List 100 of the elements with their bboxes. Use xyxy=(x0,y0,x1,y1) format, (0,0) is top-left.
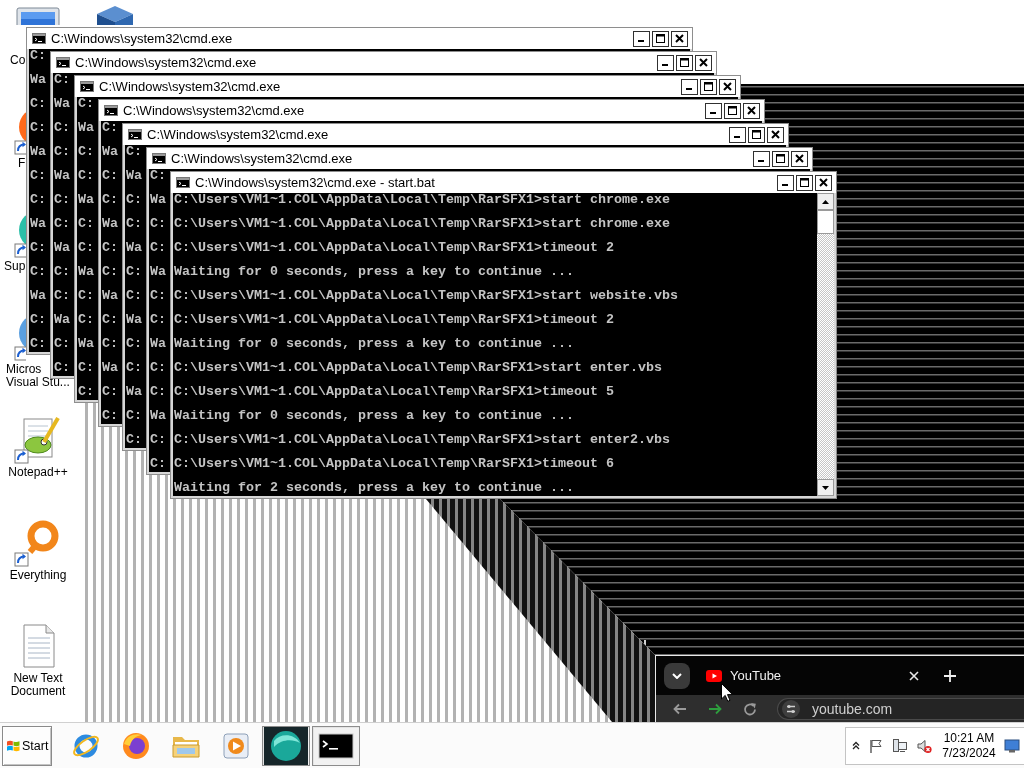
console-line: C:\Users\VM1~1.COL\AppData\Local\Temp\RarSFX1>start enter2.vbs xyxy=(174,433,670,447)
icon-label[interactable]: Everything xyxy=(9,569,67,582)
maximize-button[interactable] xyxy=(652,30,669,47)
console-line: C: xyxy=(30,265,46,279)
console-line: C:\Users\VM1~1.COL\AppData\Local\Temp\RarSFX1>start enter.vbs xyxy=(174,361,662,375)
console-icon xyxy=(128,129,142,140)
console-line: Wa xyxy=(126,169,142,183)
close-button[interactable] xyxy=(743,102,760,119)
minimize-button[interactable] xyxy=(777,174,794,191)
icon-label[interactable]: New Text xyxy=(13,672,63,685)
maximize-button[interactable] xyxy=(700,78,717,95)
close-button[interactable] xyxy=(767,126,784,143)
close-button[interactable] xyxy=(815,174,832,191)
console-line: Wa xyxy=(54,241,70,255)
new-tab-button[interactable] xyxy=(942,667,958,684)
browser-tab[interactable]: YouTube xyxy=(700,660,926,691)
tab-list-button[interactable] xyxy=(664,662,690,689)
console-line: Wa xyxy=(30,73,46,87)
icon-label[interactable]: Micros xyxy=(6,363,42,376)
console-line: C: xyxy=(30,49,46,63)
monitor-icon[interactable] xyxy=(1004,738,1020,753)
console-icon xyxy=(176,177,190,188)
maximize-icon xyxy=(704,82,713,91)
clock-date[interactable]: 7/23/2024 xyxy=(942,745,996,761)
console-line: Wa xyxy=(150,193,166,207)
minimize-button[interactable] xyxy=(753,150,770,167)
maximize-button[interactable] xyxy=(676,54,693,71)
minimize-button[interactable] xyxy=(729,126,746,143)
scroll-up-button[interactable] xyxy=(817,193,834,210)
scroll-down-button[interactable] xyxy=(817,479,834,496)
console-line: C: xyxy=(102,337,118,351)
icon-label[interactable]: Notepad++ xyxy=(8,466,68,479)
icon-label[interactable]: Visual Stu... xyxy=(6,376,70,389)
scrollbar-track[interactable] xyxy=(817,193,834,496)
caret-down-icon xyxy=(822,485,829,490)
close-button[interactable] xyxy=(695,54,712,71)
console-line: Wa xyxy=(30,145,46,159)
console-line: C: xyxy=(102,313,118,327)
console-line: C: xyxy=(150,241,166,255)
chevron-down-icon xyxy=(672,672,682,679)
close-icon xyxy=(795,154,804,163)
taskbar-button[interactable] xyxy=(262,725,310,766)
console-line: C: xyxy=(54,73,70,87)
computer-icon[interactable] xyxy=(892,737,908,754)
monitor-icon[interactable] xyxy=(14,4,62,25)
console-line: Wa xyxy=(78,121,94,135)
reload-button[interactable] xyxy=(742,700,758,717)
close-button[interactable] xyxy=(791,150,808,167)
minimize-button[interactable] xyxy=(657,54,674,71)
console-line: Wa xyxy=(126,385,142,399)
terminal-icon xyxy=(318,732,354,759)
console-line: C: xyxy=(30,313,46,327)
taskbar-button[interactable] xyxy=(312,725,360,766)
maximize-button[interactable] xyxy=(748,126,765,143)
maximize-button[interactable] xyxy=(772,150,789,167)
address-field[interactable]: youtube.com xyxy=(777,697,1024,720)
minimize-button[interactable] xyxy=(705,102,722,119)
console-line: C: xyxy=(150,169,166,183)
console-line: Waiting for 0 seconds, press a key to continue ... xyxy=(174,265,574,279)
console-line: Waiting for 0 seconds, press a key to continue ... xyxy=(174,409,574,423)
start-button[interactable]: Start xyxy=(2,725,52,766)
console-line: C: xyxy=(126,217,142,231)
console-line: C:\Users\VM1~1.COL\AppData\Local\Temp\RarSFX1>start website.vbs xyxy=(174,289,678,303)
notepad-icon[interactable] xyxy=(14,416,62,464)
console-line: C: xyxy=(102,193,118,207)
maximize-icon xyxy=(680,58,689,67)
close-button[interactable] xyxy=(671,30,688,47)
window-title: C:\Windows\system32\cmd.exe - start.bat xyxy=(195,175,435,190)
console-line: C: xyxy=(150,361,166,375)
console-line: C: xyxy=(126,289,142,303)
clock-time[interactable]: 10:21 AM xyxy=(943,730,995,746)
console-line: Wa xyxy=(30,289,46,303)
flag-icon[interactable] xyxy=(868,737,884,754)
console-line: C: xyxy=(30,169,46,183)
icon-label[interactable]: Document xyxy=(10,685,66,698)
icon-label[interactable]: Co xyxy=(10,54,26,67)
console-line: C:\Users\VM1~1.COL\AppData\Local\Temp\RarSFX1>start chrome.exe xyxy=(174,193,670,207)
play-logo-icon xyxy=(706,669,722,682)
scroll-thumb[interactable] xyxy=(817,210,834,234)
chevron-up-icon[interactable] xyxy=(852,741,860,750)
icon-label[interactable]: F xyxy=(18,157,26,170)
console-line: C: xyxy=(78,289,94,303)
cube-icon[interactable] xyxy=(95,4,135,25)
minimize-button[interactable] xyxy=(633,30,650,47)
icon-label[interactable]: Sup xyxy=(4,260,26,273)
maximize-button[interactable] xyxy=(724,102,741,119)
close-button[interactable] xyxy=(719,78,736,95)
console-line: C: xyxy=(150,313,166,327)
close-icon xyxy=(723,82,732,91)
console-line: C: xyxy=(102,385,118,399)
arrow-left-icon xyxy=(673,701,687,716)
minimize-button[interactable] xyxy=(681,78,698,95)
console-line: Wa xyxy=(102,289,118,303)
console-line: C: xyxy=(102,121,118,135)
console-line: C: xyxy=(54,217,70,231)
maximize-button[interactable] xyxy=(796,174,813,191)
console-line: Wa xyxy=(150,265,166,279)
window-title: C:\Windows\system32\cmd.exe xyxy=(147,127,329,142)
sliders-icon[interactable] xyxy=(782,699,800,718)
muted-speaker-icon[interactable] xyxy=(916,737,932,754)
